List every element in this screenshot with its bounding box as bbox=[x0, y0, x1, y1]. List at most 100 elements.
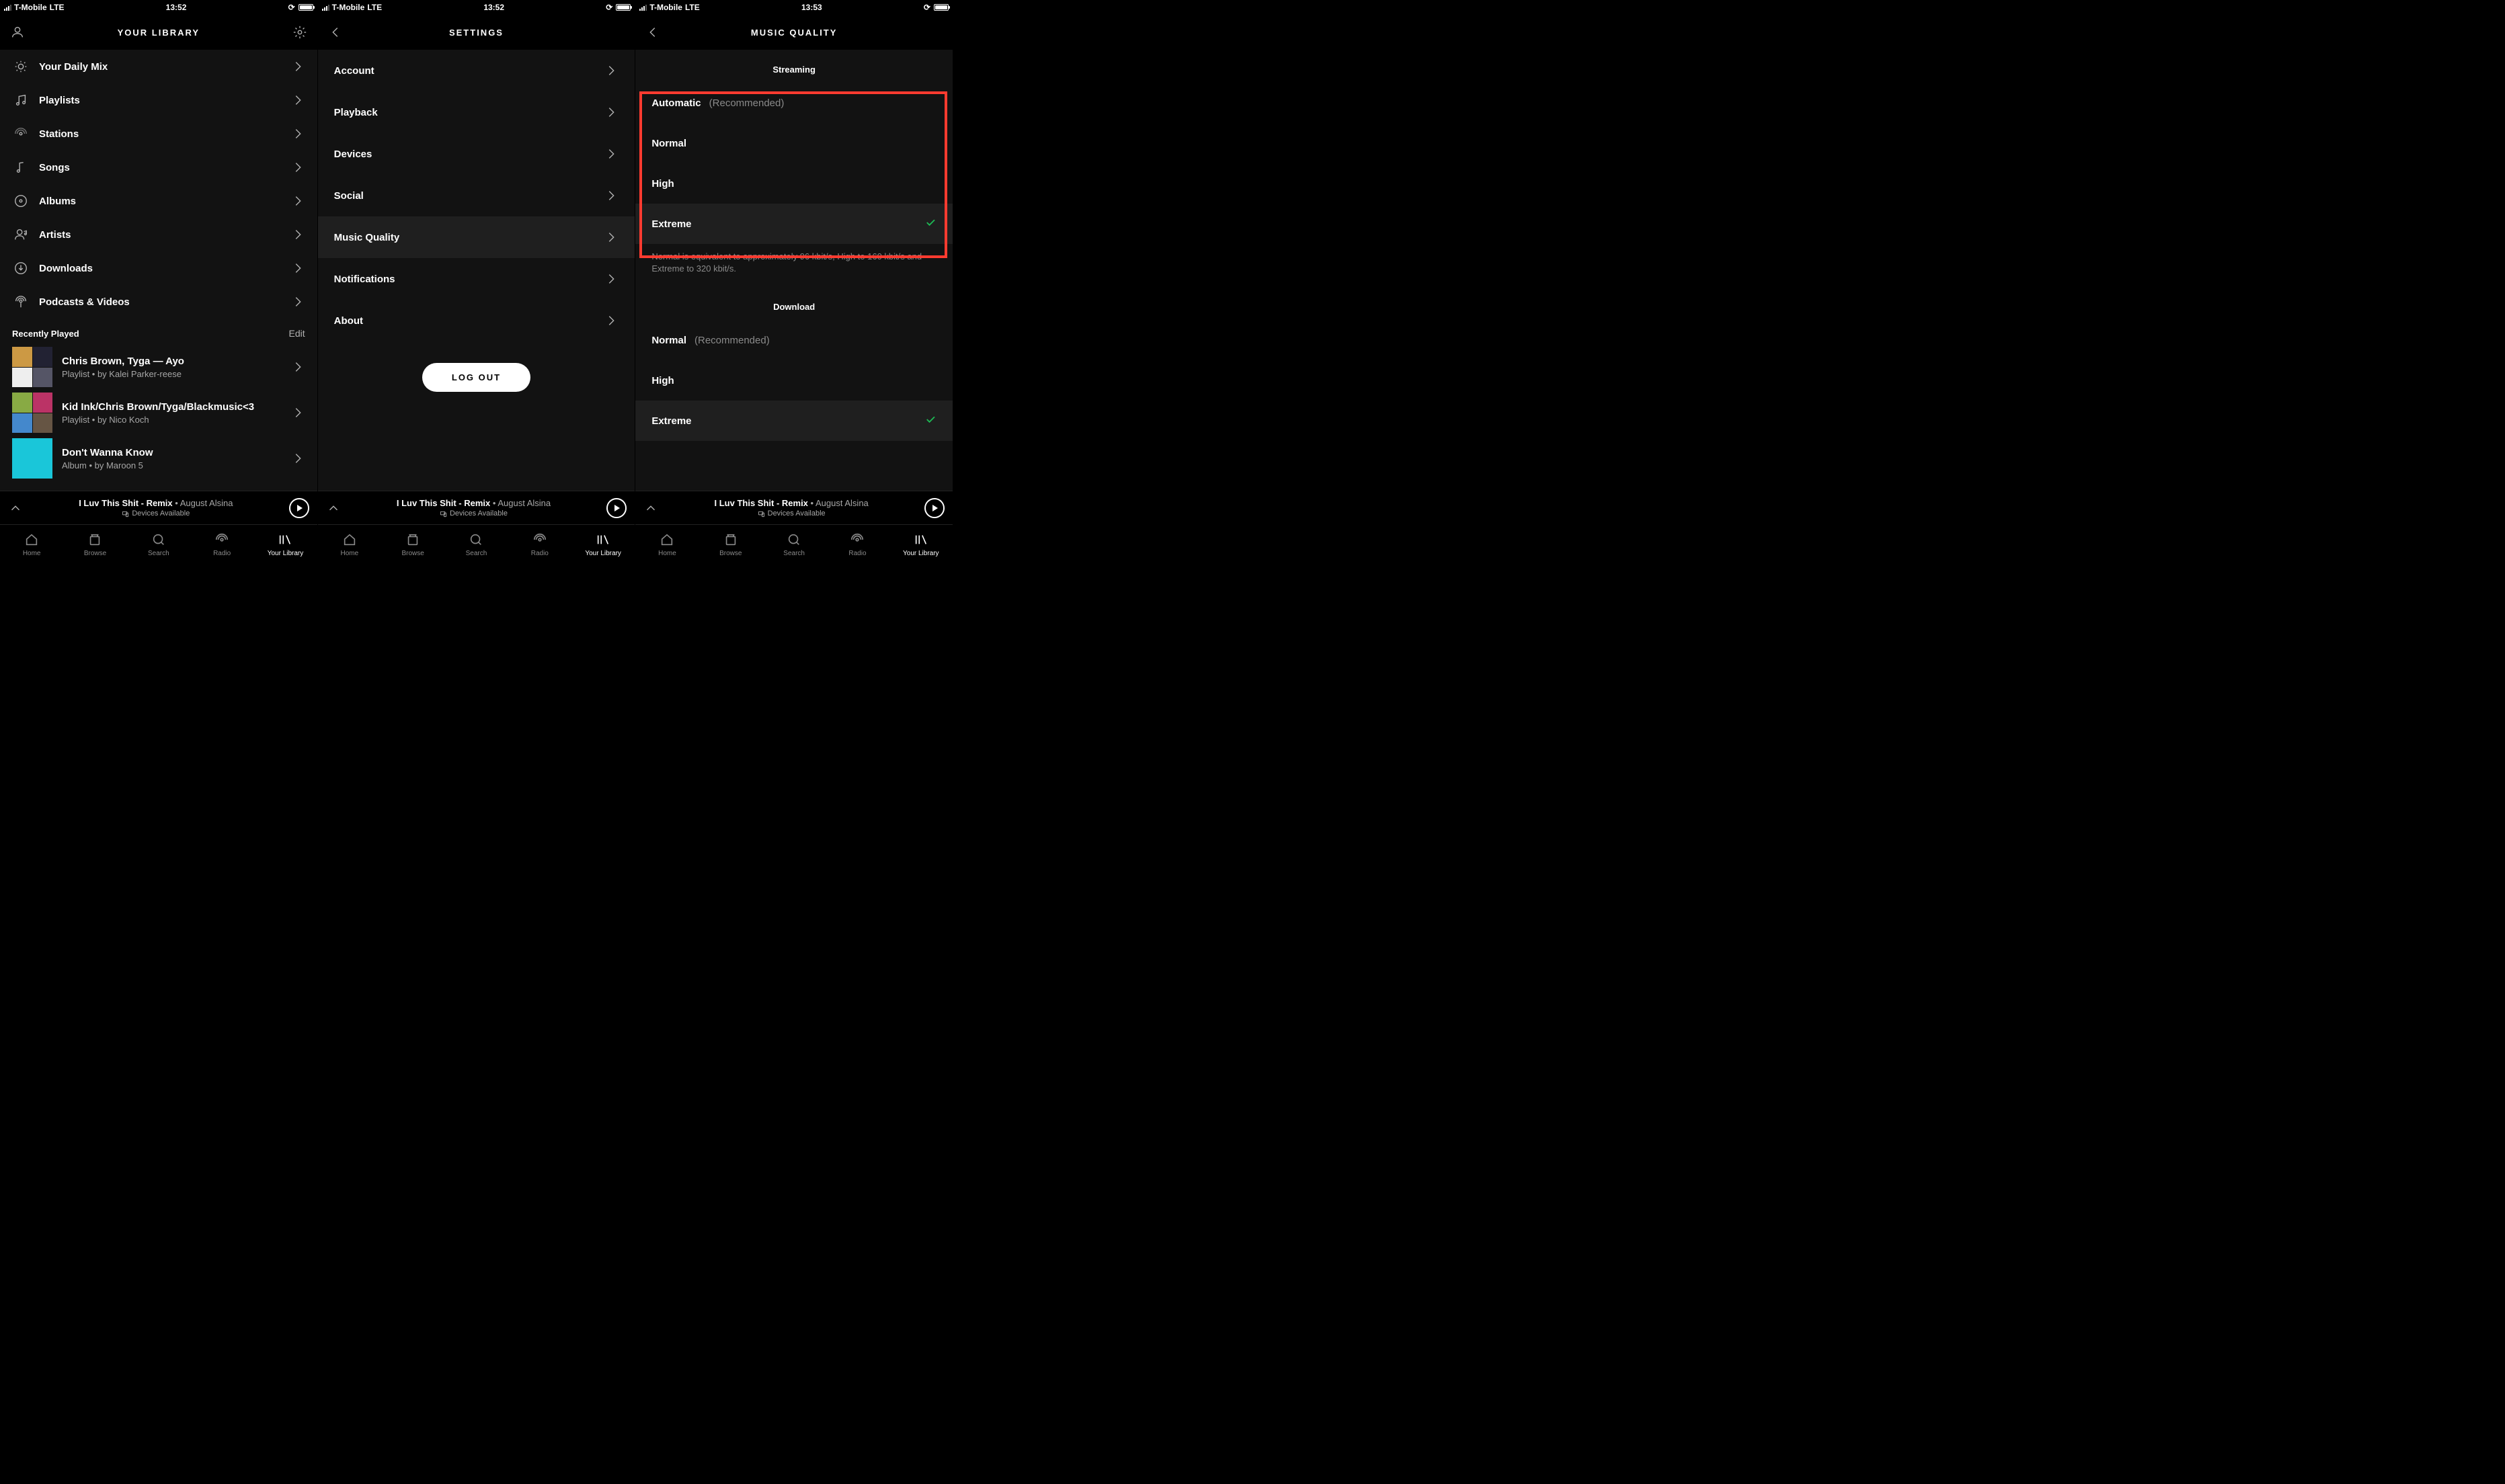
option-hint: (Recommended) bbox=[694, 335, 770, 346]
chevron-right-icon bbox=[290, 294, 305, 309]
chevron-right-icon bbox=[604, 147, 619, 161]
library-row-artists[interactable]: Artists bbox=[0, 218, 317, 251]
panel-settings: T-Mobile LTE 13:52 ⟳ SETTINGS AccountPla… bbox=[318, 0, 636, 565]
recent-item[interactable]: Chris Brown, Tyga — AyoPlaylist • by Kal… bbox=[0, 344, 317, 390]
check-icon bbox=[924, 216, 937, 232]
battery-icon bbox=[299, 4, 313, 11]
settings-row-account[interactable]: Account bbox=[318, 50, 635, 91]
settings-row-social[interactable]: Social bbox=[318, 175, 635, 216]
tab-icon bbox=[87, 532, 102, 547]
music-quality-content: Streaming Automatic(Recommended)NormalHi… bbox=[635, 50, 953, 491]
edit-button[interactable]: Edit bbox=[289, 328, 305, 339]
library-row-stations[interactable]: Stations bbox=[0, 117, 317, 151]
settings-content: Account PlaybackDevicesSocialMusic Qualit… bbox=[318, 50, 635, 491]
tab-search[interactable]: Search bbox=[762, 525, 826, 565]
library-row-songs[interactable]: Songs bbox=[0, 151, 317, 184]
clock-label: 13:52 bbox=[166, 3, 187, 12]
chevron-up-icon bbox=[643, 501, 658, 516]
battery-icon bbox=[934, 4, 949, 11]
logout-button[interactable]: LOG OUT bbox=[422, 363, 530, 392]
library-row-downloads[interactable]: Downloads bbox=[0, 251, 317, 285]
quality-option-normal[interactable]: Normal bbox=[635, 123, 953, 163]
settings-row-playback[interactable]: Playback bbox=[318, 91, 635, 133]
clock-label: 13:52 bbox=[483, 3, 504, 12]
library-row-albums[interactable]: Albums bbox=[0, 184, 317, 218]
quality-option-extreme[interactable]: Extreme bbox=[635, 204, 953, 244]
back-button[interactable] bbox=[321, 15, 350, 50]
nav-header: YOUR LIBRARY bbox=[0, 15, 317, 50]
clock-label: 13:53 bbox=[801, 3, 822, 12]
now-playing-bar[interactable]: I Luv This Shit - Remix • August Alsina … bbox=[635, 491, 953, 524]
chevron-left-icon bbox=[645, 25, 660, 40]
tab-radio[interactable]: Radio bbox=[826, 525, 889, 565]
check-icon bbox=[924, 413, 937, 429]
tab-browse[interactable]: Browse bbox=[699, 525, 762, 565]
devices-icon bbox=[440, 510, 447, 518]
status-bar: T-Mobile LTE 13:52 ⟳ bbox=[318, 0, 635, 15]
quality-option-normal[interactable]: Normal(Recommended) bbox=[635, 320, 953, 360]
signal-icon bbox=[322, 4, 329, 11]
recent-item[interactable]: Don't Wanna KnowAlbum • by Maroon 5 bbox=[0, 436, 317, 481]
quality-option-high[interactable]: High bbox=[635, 163, 953, 204]
chevron-right-icon bbox=[290, 405, 305, 420]
tab-home[interactable]: Home bbox=[318, 525, 381, 565]
profile-button[interactable] bbox=[3, 15, 32, 50]
tab-home[interactable]: Home bbox=[635, 525, 699, 565]
row-label: Playlists bbox=[39, 95, 290, 106]
tab-your-library[interactable]: Your Library bbox=[253, 525, 317, 565]
tab-radio[interactable]: Radio bbox=[190, 525, 253, 565]
devices-available[interactable]: Devices Available bbox=[23, 509, 289, 518]
tab-your-library[interactable]: Your Library bbox=[889, 525, 953, 565]
row-label: Podcasts & Videos bbox=[39, 296, 290, 308]
tab-label: Browse bbox=[84, 550, 106, 557]
tab-browse[interactable]: Browse bbox=[63, 525, 126, 565]
library-row-podcasts-videos[interactable]: Podcasts & Videos bbox=[0, 285, 317, 319]
tab-icon bbox=[405, 532, 420, 547]
signal-icon bbox=[4, 4, 11, 11]
page-title: YOUR LIBRARY bbox=[118, 28, 200, 38]
tab-icon bbox=[914, 532, 928, 547]
now-playing-bar[interactable]: I Luv This Shit - Remix • August Alsina … bbox=[0, 491, 317, 524]
settings-row-devices[interactable]: Devices bbox=[318, 133, 635, 175]
quality-option-high[interactable]: High bbox=[635, 360, 953, 401]
library-row-playlists[interactable]: Playlists bbox=[0, 83, 317, 117]
option-label: Automatic bbox=[651, 97, 701, 109]
tab-your-library[interactable]: Your Library bbox=[571, 525, 635, 565]
settings-row-about[interactable]: About bbox=[318, 300, 635, 341]
library-row-your-daily-mix[interactable]: Your Daily Mix bbox=[0, 50, 317, 83]
recent-title: Kid Ink/Chris Brown/Tyga/Blackmusic<3 bbox=[62, 401, 290, 413]
play-button[interactable] bbox=[924, 498, 945, 518]
now-playing-bar[interactable]: I Luv This Shit - Remix • August Alsina … bbox=[318, 491, 635, 524]
tab-label: Radio bbox=[848, 550, 866, 557]
tab-search[interactable]: Search bbox=[444, 525, 508, 565]
tab-radio[interactable]: Radio bbox=[508, 525, 571, 565]
settings-row-music-quality[interactable]: Music Quality bbox=[318, 216, 635, 258]
album-art bbox=[12, 438, 52, 479]
chevron-up-icon bbox=[8, 501, 23, 516]
devices-icon bbox=[122, 510, 129, 518]
settings-row-notifications[interactable]: Notifications bbox=[318, 258, 635, 300]
play-icon bbox=[297, 505, 303, 511]
tab-browse[interactable]: Browse bbox=[381, 525, 444, 565]
podcast-icon bbox=[13, 294, 28, 309]
back-button[interactable] bbox=[638, 15, 668, 50]
play-button[interactable] bbox=[289, 498, 309, 518]
row-label: Account bbox=[334, 65, 604, 77]
tab-icon bbox=[532, 532, 547, 547]
note2-icon bbox=[13, 160, 28, 175]
quality-option-extreme[interactable]: Extreme bbox=[635, 401, 953, 441]
option-hint: (Recommended) bbox=[709, 97, 785, 109]
sun-icon bbox=[13, 59, 28, 74]
settings-button[interactable] bbox=[285, 15, 315, 50]
play-button[interactable] bbox=[606, 498, 627, 518]
chevron-right-icon bbox=[290, 126, 305, 141]
quality-option-automatic[interactable]: Automatic (Recommended) bbox=[635, 83, 953, 123]
tab-search[interactable]: Search bbox=[127, 525, 190, 565]
recent-item[interactable]: Kid Ink/Chris Brown/Tyga/Blackmusic<3Pla… bbox=[0, 390, 317, 436]
page-title: MUSIC QUALITY bbox=[751, 28, 838, 38]
library-content: Your Daily Mix Playlists StationsSongsAlbu… bbox=[0, 50, 317, 491]
tab-label: Your Library bbox=[903, 550, 939, 557]
tab-label: Radio bbox=[213, 550, 231, 557]
tab-label: Your Library bbox=[268, 550, 304, 557]
tab-home[interactable]: Home bbox=[0, 525, 63, 565]
